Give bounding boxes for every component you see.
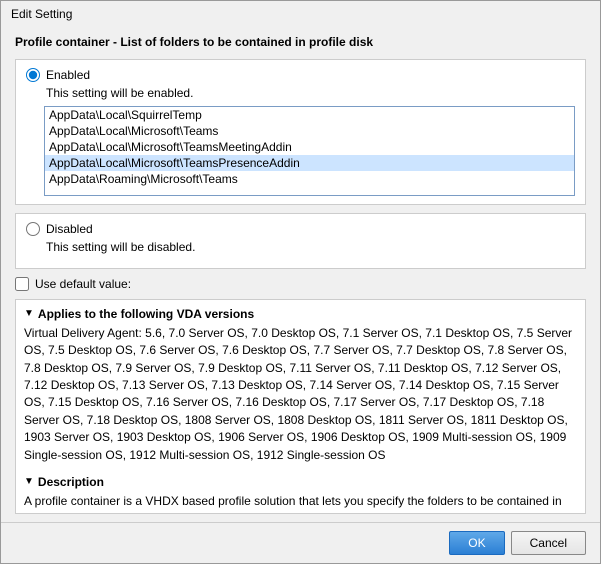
use-default-row[interactable]: Use default value:	[15, 277, 586, 291]
disabled-radio-row[interactable]: Disabled	[26, 222, 575, 236]
edit-setting-dialog: Edit Setting Profile container - List of…	[0, 0, 601, 564]
ok-button[interactable]: OK	[449, 531, 504, 555]
dialog-title: Edit Setting	[11, 7, 72, 21]
use-default-label: Use default value:	[35, 277, 131, 291]
enabled-label: Enabled	[46, 68, 90, 82]
button-bar: OK Cancel	[1, 522, 600, 563]
collapse-icon[interactable]: ▼	[24, 307, 34, 321]
info-area[interactable]: ▼ Applies to the following VDA versions …	[15, 299, 586, 514]
enabled-radio[interactable]	[26, 68, 40, 82]
disabled-label: Disabled	[46, 222, 93, 236]
title-bar: Edit Setting	[1, 1, 600, 25]
enabled-radio-row[interactable]: Enabled	[26, 68, 575, 82]
enabled-section: Enabled This setting will be enabled. Ap…	[15, 59, 586, 205]
disabled-section: Disabled This setting will be disabled.	[15, 213, 586, 269]
content-area: Profile container - List of folders to b…	[1, 25, 600, 522]
list-item[interactable]: AppData\Roaming\Microsoft\Teams	[45, 171, 574, 187]
disabled-radio[interactable]	[26, 222, 40, 236]
collapse-icon-2[interactable]: ▼	[24, 475, 34, 489]
disabled-subtext: This setting will be disabled.	[46, 240, 575, 254]
description-title: ▼ Description	[24, 474, 577, 491]
vda-versions-text: Virtual Delivery Agent: 5.6, 7.0 Server …	[24, 325, 577, 464]
use-default-checkbox[interactable]	[15, 277, 29, 291]
main-label: Profile container - List of folders to b…	[15, 35, 586, 49]
vda-versions-title: ▼ Applies to the following VDA versions	[24, 306, 577, 323]
list-item[interactable]: AppData\Local\Microsoft\TeamsMeetingAddi…	[45, 139, 574, 155]
list-item[interactable]: AppData\Local\SquirrelTemp	[45, 107, 574, 123]
enabled-subtext: This setting will be enabled.	[46, 86, 575, 100]
list-item[interactable]: AppData\Local\Microsoft\Teams	[45, 123, 574, 139]
description-text: A profile container is a VHDX based prof…	[24, 493, 577, 514]
list-item[interactable]: AppData\Local\Microsoft\TeamsPresenceAdd…	[45, 155, 574, 171]
enabled-list-box[interactable]: AppData\Local\SquirrelTemp AppData\Local…	[44, 106, 575, 196]
cancel-button[interactable]: Cancel	[511, 531, 586, 555]
